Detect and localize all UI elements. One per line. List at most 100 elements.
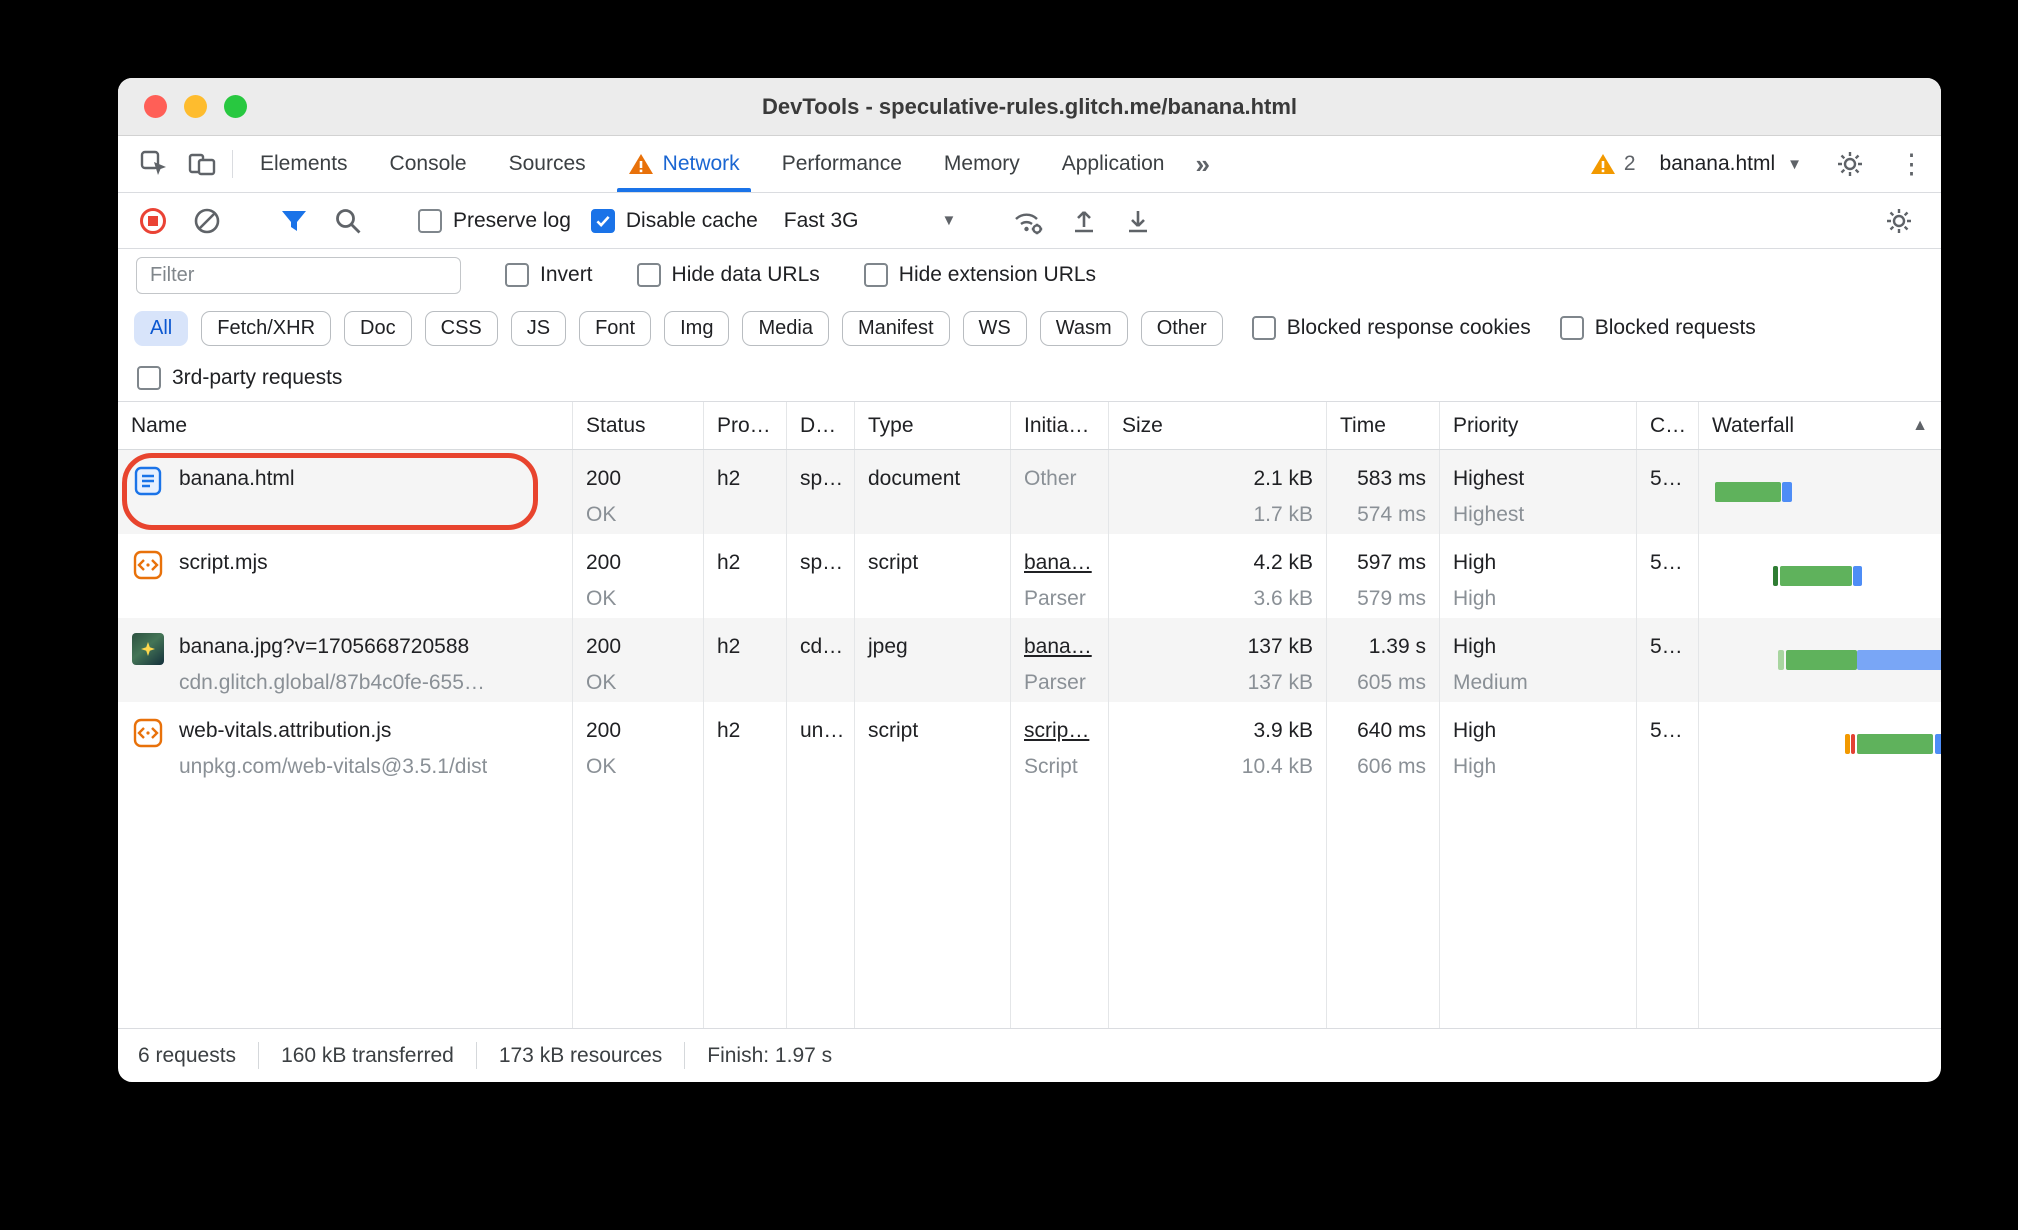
tab-network[interactable]: Network — [607, 136, 761, 192]
initiator-link[interactable]: bana… — [1024, 545, 1095, 581]
close-button[interactable] — [144, 95, 167, 118]
request-subname: cdn.glitch.global/87b4c0fe-655… — [179, 671, 485, 694]
minimize-button[interactable] — [184, 95, 207, 118]
waterfall-cell — [1699, 618, 1941, 702]
chip-img[interactable]: Img — [664, 310, 730, 346]
initiator-link[interactable]: bana… — [1024, 629, 1095, 665]
page-context-select[interactable]: banana.html ▼ — [1660, 152, 1802, 176]
tab-memory[interactable]: Memory — [923, 136, 1041, 192]
blocked-requests-checkbox[interactable]: Blocked requests — [1559, 316, 1756, 340]
zoom-button[interactable] — [224, 95, 247, 118]
tab-performance[interactable]: Performance — [761, 136, 923, 192]
third-party-requests-checkbox[interactable]: 3rd-party requests — [137, 366, 342, 390]
table-row-script-mjs[interactable]: script.mjs 200 OK h2 sp… script bana… Pars… — [118, 534, 1941, 618]
throttling-select[interactable]: Fast 3G ▼ — [784, 209, 957, 233]
more-tabs-button[interactable]: » — [1185, 136, 1219, 192]
chip-css[interactable]: CSS — [424, 310, 498, 346]
column-header-priority[interactable]: Priority — [1440, 402, 1637, 449]
column-header-status[interactable]: Status — [573, 402, 704, 449]
time: 583 ms — [1357, 467, 1426, 490]
column-header-waterfall[interactable]: Waterfall ▲ — [1699, 402, 1941, 449]
size: 137 kB — [1247, 635, 1313, 658]
search-icon — [333, 206, 363, 236]
chevron-down-icon: ▼ — [941, 212, 957, 229]
network-conditions-button[interactable] — [1009, 206, 1047, 236]
filter-input[interactable] — [136, 256, 461, 294]
funnel-icon — [280, 207, 308, 235]
filter-toggle-button[interactable] — [277, 207, 311, 235]
table-row-banana-jpg[interactable]: banana.jpg?v=1705668720588 cdn.glitch.gl… — [118, 618, 1941, 702]
preserve-log-label: Preserve log — [453, 208, 571, 232]
waterfall-cell — [1699, 450, 1941, 534]
column-header-connection[interactable]: C… — [1637, 402, 1699, 449]
table-row-banana-html[interactable]: banana.html 200 OK h2 sp… document Other … — [118, 450, 1941, 534]
size: 2.1 kB — [1253, 467, 1313, 490]
disable-cache-label: Disable cache — [625, 208, 758, 232]
initiator-link[interactable]: scrip… — [1024, 713, 1095, 749]
column-header-protocol[interactable]: Pro… — [704, 402, 787, 449]
connection-id: 5… — [1650, 551, 1683, 574]
tab-label: Elements — [260, 152, 348, 175]
issues-counter[interactable]: 2 — [1590, 152, 1636, 176]
table-row-web-vitals[interactable]: web-vitals.attribution.js unpkg.com/web-… — [118, 702, 1941, 786]
clear-network-log-button[interactable] — [190, 206, 224, 236]
request-name: web-vitals.attribution.js — [179, 719, 392, 742]
size-sub: 137 kB — [1247, 671, 1313, 694]
chip-all[interactable]: All — [134, 310, 189, 346]
chip-ws[interactable]: WS — [962, 310, 1027, 346]
checkbox-unchecked — [505, 263, 529, 287]
status-code: 200 — [586, 635, 622, 658]
column-header-domain[interactable]: D… — [787, 402, 855, 449]
checkbox-unchecked — [137, 366, 161, 390]
priority-sub: High — [1453, 755, 1497, 778]
tab-bar-right: 2 banana.html ▼ ⋮ — [1590, 136, 1929, 192]
tab-label: Network — [662, 152, 740, 175]
time-sub: 574 ms — [1357, 503, 1426, 526]
blocked-response-cookies-checkbox[interactable]: Blocked response cookies — [1251, 316, 1531, 340]
status-text: OK — [586, 587, 617, 610]
priority: Highest — [1453, 467, 1525, 490]
type: document — [868, 467, 961, 490]
tab-console[interactable]: Console — [369, 136, 488, 192]
network-settings-button[interactable] — [1875, 207, 1923, 235]
chip-js[interactable]: JS — [510, 310, 567, 346]
chip-font[interactable]: Font — [579, 310, 652, 346]
record-network-log-button[interactable] — [136, 206, 170, 236]
resources-size: 173 kB resources — [498, 1043, 663, 1067]
tab-sources[interactable]: Sources — [488, 136, 607, 192]
search-button[interactable] — [331, 206, 365, 236]
tab-application[interactable]: Application — [1041, 136, 1186, 192]
column-header-size[interactable]: Size — [1109, 402, 1327, 449]
warning-triangle-icon — [1590, 152, 1616, 176]
invert-checkbox[interactable]: Invert — [505, 263, 593, 287]
hide-data-urls-checkbox[interactable]: Hide data URLs — [636, 263, 820, 287]
column-header-name[interactable]: Name — [118, 402, 573, 449]
invert-label: Invert — [540, 263, 593, 286]
connection-id: 5… — [1650, 719, 1683, 742]
import-har-button[interactable] — [1067, 206, 1101, 236]
hide-extension-urls-checkbox[interactable]: Hide extension URLs — [863, 263, 1096, 287]
chip-wasm[interactable]: Wasm — [1039, 310, 1128, 346]
chip-media[interactable]: Media — [742, 310, 829, 346]
disable-cache-checkbox[interactable]: Disable cache — [590, 208, 758, 233]
document-icon — [131, 464, 165, 498]
column-header-initiator[interactable]: Initia… — [1011, 402, 1109, 449]
checkbox-checked — [590, 208, 615, 233]
column-header-time[interactable]: Time — [1327, 402, 1440, 449]
wifi-gear-icon — [1012, 206, 1044, 236]
preserve-log-checkbox[interactable]: Preserve log — [418, 208, 571, 233]
chip-other[interactable]: Other — [1140, 310, 1223, 346]
export-har-button[interactable] — [1121, 206, 1155, 236]
column-header-type[interactable]: Type — [855, 402, 1011, 449]
settings-button[interactable] — [1826, 150, 1874, 178]
chip-manifest[interactable]: Manifest — [841, 310, 950, 346]
chip-fetch-xhr[interactable]: Fetch/XHR — [201, 310, 332, 346]
overflow-menu-button[interactable]: ⋮ — [1898, 149, 1925, 180]
device-toolbar-button[interactable] — [178, 136, 226, 192]
chip-doc[interactable]: Doc — [344, 310, 412, 346]
domain: cd… — [800, 635, 844, 658]
inspect-element-button[interactable] — [130, 136, 178, 192]
tab-elements[interactable]: Elements — [239, 136, 369, 192]
time: 1.39 s — [1368, 635, 1426, 658]
filter-row: Invert Hide data URLs Hide extension URL… — [118, 249, 1941, 301]
